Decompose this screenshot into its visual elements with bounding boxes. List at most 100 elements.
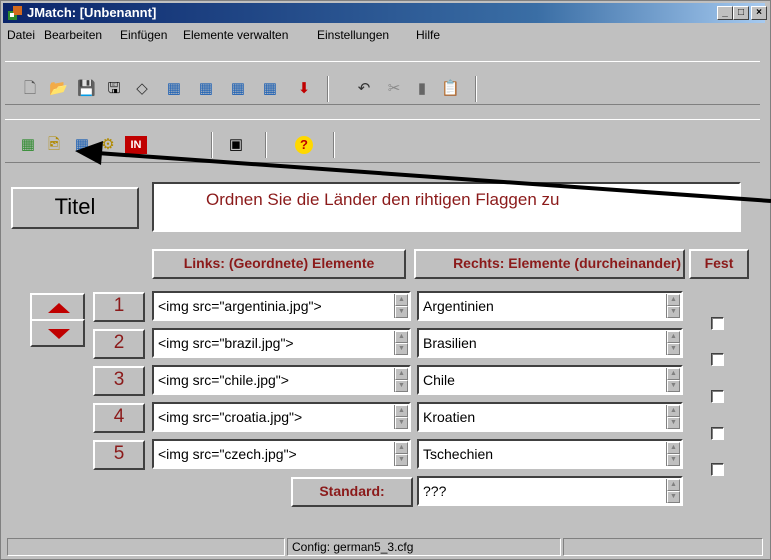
help-icon[interactable]: ? xyxy=(295,136,313,154)
toolbar-separator xyxy=(327,76,329,102)
app-window: JMatch: [Unbenannt] _ □ × Datei Bearbeit… xyxy=(0,0,771,560)
cut-icon[interactable]: ✂ xyxy=(385,80,403,98)
spin-control[interactable]: ▲ ▼ xyxy=(666,294,680,318)
right-item-field[interactable]: Argentinien ▲ ▼ xyxy=(417,291,683,321)
menu-datei[interactable]: Datei xyxy=(7,28,35,42)
spin-control[interactable]: ▲ ▼ xyxy=(666,442,680,466)
standard-field[interactable]: ??? ▲ ▼ xyxy=(417,476,683,506)
spin-control[interactable]: ▲ ▼ xyxy=(394,368,408,392)
save-as-icon[interactable]: 🖫 xyxy=(105,80,123,98)
open-folder-icon[interactable]: 📂 xyxy=(49,80,68,98)
row-number-button[interactable]: 2 xyxy=(93,329,145,359)
fixed-checkbox[interactable] xyxy=(711,390,724,403)
cancel-web-icon[interactable]: ▦ xyxy=(73,136,91,154)
fixed-checkbox[interactable] xyxy=(711,463,724,476)
left-item-text: <img src="croatia.jpg"> xyxy=(158,409,303,425)
left-item-text: <img src="argentinia.jpg"> xyxy=(158,298,322,314)
titel-text: Ordnen Sie die Länder den rihtigen Flagg… xyxy=(206,190,560,209)
standard-text: ??? xyxy=(423,483,447,499)
save-icon[interactable]: 💾 xyxy=(77,80,96,98)
titel-field[interactable]: Ordnen Sie die Länder den rihtigen Flagg… xyxy=(152,182,741,232)
export-web-3-icon[interactable]: ▦ xyxy=(229,80,247,98)
fixed-column-header[interactable]: Fest xyxy=(689,249,749,279)
export-web-1-icon[interactable]: ▦ xyxy=(165,80,183,98)
toolbar-separator xyxy=(211,132,213,158)
right-item-text: Chile xyxy=(423,372,455,388)
jmatch-app-icon xyxy=(7,5,23,21)
right-item-text: Tschechien xyxy=(423,446,494,462)
right-item-text: Brasilien xyxy=(423,335,477,351)
secondary-toolbar: ▦ 🖻 ▦ ⚙ IN ▣ ? xyxy=(5,119,760,163)
left-item-field[interactable]: <img src="chile.jpg"> ▲ ▼ xyxy=(152,365,411,395)
right-item-field[interactable]: Brasilien ▲ ▼ xyxy=(417,328,683,358)
toolbar-separator xyxy=(265,132,267,158)
right-item-text: Kroatien xyxy=(423,409,476,425)
menu-einstellungen[interactable]: Einstellungen xyxy=(317,28,389,42)
down-arrow-icon xyxy=(48,329,70,339)
spin-control[interactable]: ▲ ▼ xyxy=(666,405,680,429)
row-number-button[interactable]: 5 xyxy=(93,440,145,470)
right-item-field[interactable]: Chile ▲ ▼ xyxy=(417,365,683,395)
settings-icon[interactable]: ⚙ xyxy=(99,136,117,154)
spin-control[interactable]: ▲ ▼ xyxy=(666,368,680,392)
right-item-field[interactable]: Tschechien ▲ ▼ xyxy=(417,439,683,469)
export-web-4-icon[interactable]: ▦ xyxy=(261,80,279,98)
left-item-field[interactable]: <img src="argentinia.jpg"> ▲ ▼ xyxy=(152,291,411,321)
spin-control[interactable]: ▲ ▼ xyxy=(666,331,680,355)
left-item-text: <img src="brazil.jpg"> xyxy=(158,335,294,351)
standard-button[interactable]: Standard: xyxy=(291,477,413,507)
status-bar: Config: german5_3.cfg xyxy=(3,536,767,556)
menu-bearbeiten[interactable]: Bearbeiten xyxy=(44,28,102,42)
minimize-button[interactable]: _ xyxy=(717,6,733,20)
eraser-icon[interactable]: ◇ xyxy=(133,80,151,98)
move-down-button[interactable] xyxy=(30,319,85,347)
menu-hilfe[interactable]: Hilfe xyxy=(416,28,440,42)
web-page-icon[interactable]: ▦ xyxy=(19,136,37,154)
up-arrow-icon xyxy=(48,303,70,313)
spin-control[interactable]: ▲ ▼ xyxy=(394,405,408,429)
undo-icon[interactable]: ↶ xyxy=(355,80,373,98)
close-button[interactable]: × xyxy=(751,6,767,20)
left-item-text: <img src="czech.jpg"> xyxy=(158,446,297,462)
row-number-button[interactable]: 4 xyxy=(93,403,145,433)
left-item-field[interactable]: <img src="croatia.jpg"> ▲ ▼ xyxy=(152,402,411,432)
toolbar-separator xyxy=(333,132,335,158)
left-item-field[interactable]: <img src="czech.jpg"> ▲ ▼ xyxy=(152,439,411,469)
fixed-checkbox[interactable] xyxy=(711,317,724,330)
menu-einfuegen[interactable]: Einfügen xyxy=(120,28,167,42)
fixed-checkbox[interactable] xyxy=(711,353,724,366)
spin-control[interactable]: ▲ ▼ xyxy=(394,331,408,355)
spin-control[interactable]: ▲ ▼ xyxy=(666,479,680,503)
window-title: JMatch: [Unbenannt] xyxy=(27,5,157,20)
maximize-button[interactable]: □ xyxy=(733,6,749,20)
status-config: Config: german5_3.cfg xyxy=(287,538,561,556)
row-number-button[interactable]: 3 xyxy=(93,366,145,396)
fixed-checkbox[interactable] xyxy=(711,427,724,440)
left-item-field[interactable]: <img src="brazil.jpg"> ▲ ▼ xyxy=(152,328,411,358)
new-file-icon[interactable]: 🗋 xyxy=(21,80,39,98)
move-up-button[interactable] xyxy=(30,293,85,321)
load-image-icon[interactable]: 🖻 xyxy=(45,136,63,154)
paste-icon[interactable]: 📋 xyxy=(441,80,460,98)
left-column-header[interactable]: Links: (Geordnete) Elemente xyxy=(152,249,406,279)
export-web-2-icon[interactable]: ▦ xyxy=(197,80,215,98)
spin-control[interactable]: ▲ ▼ xyxy=(394,442,408,466)
menu-elemente-verwalten[interactable]: Elemente verwalten xyxy=(183,28,288,42)
right-item-field[interactable]: Kroatien ▲ ▼ xyxy=(417,402,683,432)
titel-button[interactable]: Titel xyxy=(11,187,139,229)
row-number-button[interactable]: 1 xyxy=(93,292,145,322)
copy-icon[interactable]: ▮ xyxy=(413,80,431,98)
down-arrow-icon[interactable]: ⬇ xyxy=(295,80,313,98)
in-icon[interactable]: IN xyxy=(125,136,147,154)
left-item-text: <img src="chile.jpg"> xyxy=(158,372,289,388)
title-bar[interactable]: JMatch: [Unbenannt] _ □ × xyxy=(3,3,767,23)
status-pane-left xyxy=(7,538,285,556)
menu-bar: Datei Bearbeiten Einfügen Elemente verwa… xyxy=(3,25,765,45)
right-column-header[interactable]: Rechts: Elemente (durcheinander) xyxy=(414,249,685,279)
spin-control[interactable]: ▲ ▼ xyxy=(394,294,408,318)
status-pane-right xyxy=(563,538,763,556)
toolbar-separator xyxy=(475,76,477,102)
main-toolbar: 🗋 📂 💾 🖫 ◇ ▦ ▦ ▦ ▦ ⬇ ↶ ✂ ▮ 📋 xyxy=(5,61,760,105)
right-item-text: Argentinien xyxy=(423,298,494,314)
config-icon[interactable]: ▣ xyxy=(227,136,245,154)
